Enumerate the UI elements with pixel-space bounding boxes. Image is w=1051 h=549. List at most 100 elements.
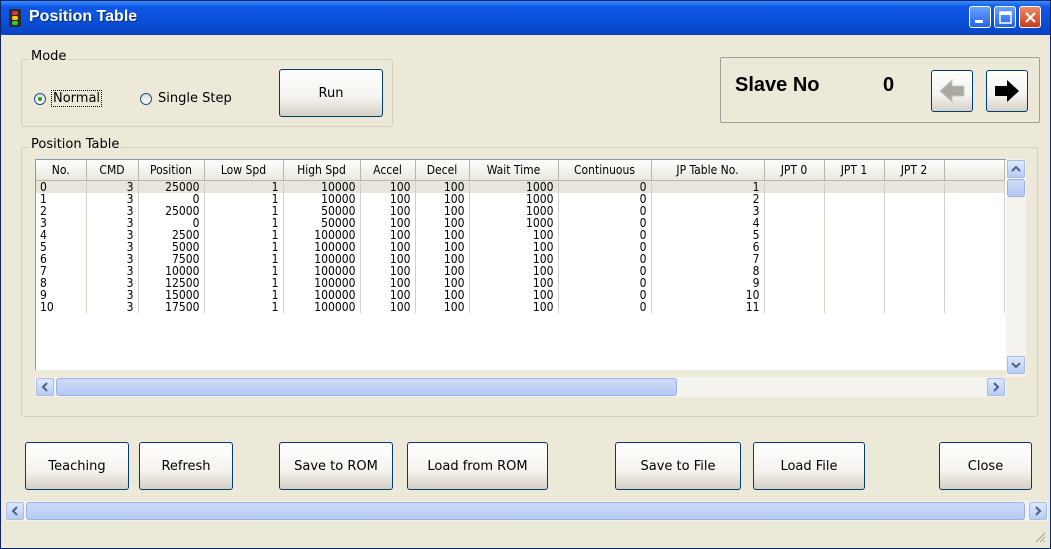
table-cell[interactable]: 100 [360, 301, 416, 313]
table-cell[interactable] [764, 289, 825, 301]
column-header[interactable]: Accel [360, 160, 416, 181]
column-header[interactable]: JPT 1 [824, 160, 885, 181]
table-cell[interactable] [944, 265, 1005, 277]
table-row[interactable]: 10 3 17500 1 100000 100 100 100 0 11 [36, 301, 1005, 313]
table-cell[interactable] [884, 301, 945, 313]
table-row[interactable]: 0 3 25000 1 10000 100 100 1000 0 1 [36, 180, 1005, 193]
refresh-button[interactable]: Refresh [139, 442, 233, 490]
table-cell[interactable] [824, 289, 885, 301]
table-cell[interactable] [944, 205, 1005, 217]
table-cell[interactable] [824, 229, 885, 241]
column-header[interactable]: Decel [415, 160, 470, 181]
table-cell[interactable] [764, 193, 825, 205]
teaching-button[interactable]: Teaching [25, 442, 129, 490]
prev-slave-button[interactable] [931, 70, 973, 112]
load-from-rom-button[interactable]: Load from ROM [407, 442, 548, 490]
table-cell[interactable] [824, 217, 885, 229]
table-cell[interactable]: 1 [204, 301, 284, 313]
table-cell[interactable]: 0 [558, 229, 652, 241]
radio-single-step[interactable]: Single Step [140, 91, 232, 106]
column-header[interactable]: JPT 2 [884, 160, 945, 181]
column-header[interactable]: High Spd [283, 160, 361, 181]
table-cell[interactable] [764, 301, 825, 313]
close-button[interactable]: Close [939, 442, 1032, 490]
minimize-button[interactable] [969, 6, 991, 28]
table-cell[interactable] [824, 253, 885, 265]
window-scroll-left-button[interactable] [6, 502, 24, 520]
grid-horizontal-scroll-thumb[interactable] [56, 378, 677, 396]
save-to-file-button[interactable]: Save to File [615, 442, 741, 490]
table-cell[interactable] [884, 241, 945, 253]
grid-scroll-right-button[interactable] [987, 378, 1005, 396]
column-header[interactable]: Continuous [558, 160, 652, 181]
window-horizontal-scroll-thumb[interactable] [26, 502, 1025, 520]
window-scroll-right-button[interactable] [1029, 502, 1047, 520]
table-cell[interactable]: 0 [558, 277, 652, 289]
table-cell[interactable] [884, 277, 945, 289]
table-cell[interactable] [764, 241, 825, 253]
table-cell[interactable] [944, 193, 1005, 205]
table-cell[interactable]: 7 [651, 253, 765, 265]
window-horizontal-scrollbar[interactable] [5, 501, 1048, 521]
table-cell[interactable] [884, 217, 945, 229]
table-cell[interactable] [824, 301, 885, 313]
save-to-rom-button[interactable]: Save to ROM [279, 442, 393, 490]
table-cell[interactable] [884, 180, 945, 193]
table-cell[interactable]: 0 [558, 253, 652, 265]
table-cell[interactable]: 17500 [138, 301, 205, 313]
table-cell[interactable] [944, 289, 1005, 301]
table-cell[interactable] [764, 217, 825, 229]
table-cell[interactable]: 2 [651, 193, 765, 205]
radio-normal-dot[interactable] [34, 92, 46, 105]
table-cell[interactable] [944, 277, 1005, 289]
table-cell[interactable]: 0 [558, 301, 652, 313]
table-cell[interactable] [764, 277, 825, 289]
column-header[interactable]: Low Spd [204, 160, 284, 181]
table-cell[interactable]: 11 [651, 301, 765, 313]
table-cell[interactable] [824, 193, 885, 205]
table-cell[interactable] [824, 265, 885, 277]
scroll-down-button[interactable] [1007, 356, 1025, 374]
resize-grip-icon[interactable] [1032, 529, 1046, 543]
table-cell[interactable] [944, 253, 1005, 265]
column-header[interactable]: Position [138, 160, 205, 181]
table-cell[interactable] [884, 229, 945, 241]
column-header[interactable]: Wait Time [469, 160, 559, 181]
run-button[interactable]: Run [279, 69, 383, 117]
load-file-button[interactable]: Load File [753, 442, 865, 490]
vertical-scroll-thumb[interactable] [1007, 179, 1025, 197]
table-cell[interactable]: 100 [469, 301, 559, 313]
grid-vertical-scrollbar[interactable] [1006, 159, 1026, 377]
table-cell[interactable] [764, 253, 825, 265]
table-cell[interactable] [764, 265, 825, 277]
table-cell[interactable]: 8 [651, 265, 765, 277]
close-window-button[interactable] [1019, 6, 1041, 28]
position-grid[interactable]: No. CMD Position Low Spd High Spd Accel Decel W… [35, 159, 1006, 370]
maximize-button[interactable] [994, 6, 1016, 28]
table-cell[interactable] [824, 180, 885, 193]
table-cell[interactable]: 0 [558, 265, 652, 277]
table-cell[interactable]: 0 [558, 205, 652, 217]
column-header[interactable] [944, 160, 1005, 181]
column-header[interactable]: JP Table No. [651, 160, 765, 181]
table-cell[interactable] [884, 253, 945, 265]
table-cell[interactable]: 6 [651, 241, 765, 253]
column-header[interactable]: No. [36, 160, 87, 181]
table-cell[interactable] [824, 241, 885, 253]
table-cell[interactable]: 0 [558, 289, 652, 301]
table-cell[interactable] [884, 265, 945, 277]
grid-horizontal-scrollbar[interactable] [35, 377, 1006, 397]
column-header[interactable]: CMD [86, 160, 139, 181]
table-cell[interactable]: 0 [558, 241, 652, 253]
title-bar[interactable]: Position Table [1, 1, 1050, 35]
table-cell[interactable]: 1 [651, 180, 765, 193]
table-cell[interactable] [884, 205, 945, 217]
table-cell[interactable]: 0 [558, 193, 652, 205]
table-cell[interactable] [944, 301, 1005, 313]
grid-scroll-left-button[interactable] [36, 378, 54, 396]
table-cell[interactable] [944, 241, 1005, 253]
table-cell[interactable] [944, 217, 1005, 229]
table-cell[interactable] [824, 205, 885, 217]
table-cell[interactable]: 4 [651, 217, 765, 229]
radio-single-step-dot[interactable] [140, 92, 152, 105]
